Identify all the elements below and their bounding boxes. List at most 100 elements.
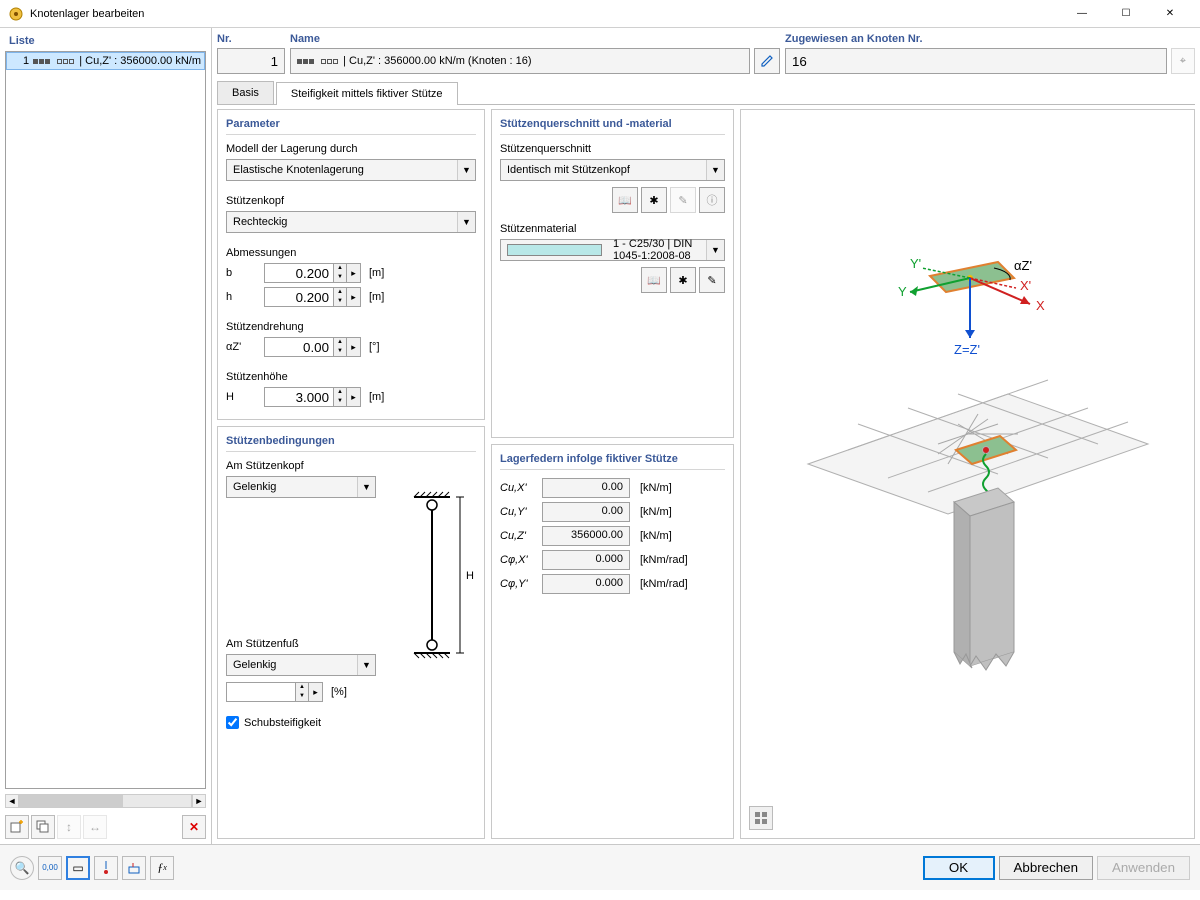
spinner[interactable]: ▲▼	[334, 287, 347, 307]
model-label: Modell der Lagerung durch	[226, 143, 476, 155]
nr-label: Nr.	[217, 33, 285, 45]
spring-row: Cu,Z' 356000.00 [kN/m]	[500, 526, 725, 546]
cs-info-button[interactable]: ⓘ	[699, 187, 725, 213]
window-title: Knotenlager bearbeiten	[30, 8, 1060, 20]
alpha-input[interactable]	[264, 337, 334, 357]
ok-button[interactable]: OK	[923, 856, 995, 880]
head-dropdown[interactable]: Rechteckig▼	[226, 211, 476, 233]
svg-text:H: H	[466, 570, 474, 582]
chevron-down-icon: ▼	[457, 212, 475, 232]
model-dropdown[interactable]: Elastische Knotenlagerung▼	[226, 159, 476, 181]
maximize-button[interactable]: ☐	[1104, 0, 1148, 28]
list-h-scrollbar[interactable]: ◄ ►	[5, 793, 206, 809]
dims-label: Abmessungen	[226, 247, 476, 259]
spring-unit: [kN/m]	[640, 530, 672, 542]
cs-new-button[interactable]: ✱	[641, 187, 667, 213]
assigned-label: Zugewiesen an Knoten Nr.	[785, 33, 1195, 45]
spring-row: Cφ,X' 0.000 [kNm/rad]	[500, 550, 725, 570]
tabs: Basis Steifigkeit mittels fiktiver Stütz…	[217, 81, 1195, 105]
spring-value: 0.000	[542, 574, 630, 594]
chevron-down-icon: ▼	[357, 477, 375, 497]
chevron-down-icon: ▼	[706, 240, 724, 260]
edit-name-button[interactable]	[754, 48, 780, 74]
spring-unit: [kN/m]	[640, 506, 672, 518]
shear-checkbox[interactable]	[226, 716, 239, 729]
spring-unit: [kNm/rad]	[640, 578, 688, 590]
spring-label: Cφ,X'	[500, 554, 536, 566]
cross-section-panel: Stützenquerschnitt und -material Stützen…	[491, 109, 734, 438]
spring-unit: [kN/m]	[640, 482, 672, 494]
delete-item-button[interactable]: ✕	[182, 815, 206, 839]
constraint-glyphs	[297, 55, 339, 67]
cancel-button[interactable]: Abbrechen	[999, 856, 1093, 880]
view2-button[interactable]	[94, 856, 118, 880]
parameter-heading: Parameter	[226, 118, 476, 135]
spring-row: Cu,X' 0.00 [kN/m]	[500, 478, 725, 498]
assigned-nodes-input[interactable]	[785, 48, 1167, 74]
spinner[interactable]: ▲▼	[334, 263, 347, 283]
spring-value: 356000.00	[542, 526, 630, 546]
tab-stiffness[interactable]: Steifigkeit mittels fiktiver Stütze	[276, 82, 458, 105]
spring-label: Cu,X'	[500, 482, 536, 494]
nr-input[interactable]	[217, 48, 285, 74]
list-heading: Liste	[5, 33, 206, 51]
cs-label: Stützenquerschnitt	[500, 143, 725, 155]
view3-button[interactable]	[122, 856, 146, 880]
conditions-panel: Stützenbedingungen Am Stützenkopf Gelenk…	[217, 426, 485, 839]
close-button[interactable]: ✕	[1148, 0, 1192, 28]
height-input[interactable]	[264, 387, 334, 407]
mat-dropdown[interactable]: 1 - C25/30 | DIN 1045-1:2008-08▼	[500, 239, 725, 261]
help-button[interactable]: 🔍	[10, 856, 34, 880]
fx-button[interactable]: ƒx	[150, 856, 174, 880]
footer: 🔍 0,00 ▭ ƒx OK Abbrechen Anwenden	[0, 844, 1200, 890]
svg-text:X': X'	[1020, 278, 1031, 293]
reorder2-button: ↔	[83, 815, 107, 839]
pick-nodes-button[interactable]: ⌖	[1171, 48, 1195, 74]
preview-options-button[interactable]	[749, 806, 773, 830]
step-arrow[interactable]: ▸	[347, 263, 361, 283]
step-arrow[interactable]: ▸	[347, 287, 361, 307]
rot-label: Stützendrehung	[226, 321, 476, 333]
spinner[interactable]: ▲▼	[334, 387, 347, 407]
material-swatch-icon	[507, 244, 602, 256]
app-icon	[8, 6, 24, 22]
chevron-down-icon: ▼	[357, 655, 375, 675]
scroll-right-icon[interactable]: ►	[192, 794, 206, 808]
svg-text:Y': Y'	[910, 256, 921, 271]
mat-label: Stützenmaterial	[500, 223, 725, 235]
tab-basis[interactable]: Basis	[217, 81, 274, 104]
top-cond-dropdown[interactable]: Gelenkig▼	[226, 476, 376, 498]
svg-text:Y: Y	[898, 284, 907, 299]
spring-unit: [kNm/rad]	[640, 554, 688, 566]
b-input[interactable]	[264, 263, 334, 283]
support-list[interactable]: 1 | Cu,Z' : 356000.00 kN/m	[5, 51, 206, 789]
mat-edit-button[interactable]: ✎	[699, 267, 725, 293]
spinner[interactable]: ▲▼	[334, 337, 347, 357]
step-arrow[interactable]: ▸	[347, 337, 361, 357]
spring-label: Cφ,Y'	[500, 578, 536, 590]
spring-row: Cφ,Y' 0.000 [kNm/rad]	[500, 574, 725, 594]
height-label: Stützenhöhe	[226, 371, 476, 383]
minimize-button[interactable]: —	[1060, 0, 1104, 28]
view1-button[interactable]: ▭	[66, 856, 90, 880]
h-input[interactable]	[264, 287, 334, 307]
copy-item-button[interactable]	[31, 815, 55, 839]
svg-text:αZ': αZ'	[1014, 258, 1032, 273]
bottom-cond-dropdown[interactable]: Gelenkig▼	[226, 654, 376, 676]
spring-row: Cu,Y' 0.00 [kN/m]	[500, 502, 725, 522]
list-panel: Liste 1 | Cu,Z' : 356000.00 kN/m ◄ ► ↕ ↔…	[0, 28, 212, 844]
pct-input	[226, 682, 296, 702]
spring-value: 0.00	[542, 478, 630, 498]
units-button[interactable]: 0,00	[38, 856, 62, 880]
step-arrow[interactable]: ▸	[347, 387, 361, 407]
mat-new-button[interactable]: ✱	[670, 267, 696, 293]
mat-library-button[interactable]: 📖	[641, 267, 667, 293]
cs-library-button[interactable]: 📖	[612, 187, 638, 213]
cs-dropdown[interactable]: Identisch mit Stützenkopf▼	[500, 159, 725, 181]
cs-heading: Stützenquerschnitt und -material	[500, 118, 725, 135]
list-item[interactable]: 1 | Cu,Z' : 356000.00 kN/m	[6, 52, 205, 70]
conditions-heading: Stützenbedingungen	[226, 435, 476, 452]
scroll-left-icon[interactable]: ◄	[5, 794, 19, 808]
new-item-button[interactable]	[5, 815, 29, 839]
springs-heading: Lagerfedern infolge fiktiver Stütze	[500, 453, 725, 470]
